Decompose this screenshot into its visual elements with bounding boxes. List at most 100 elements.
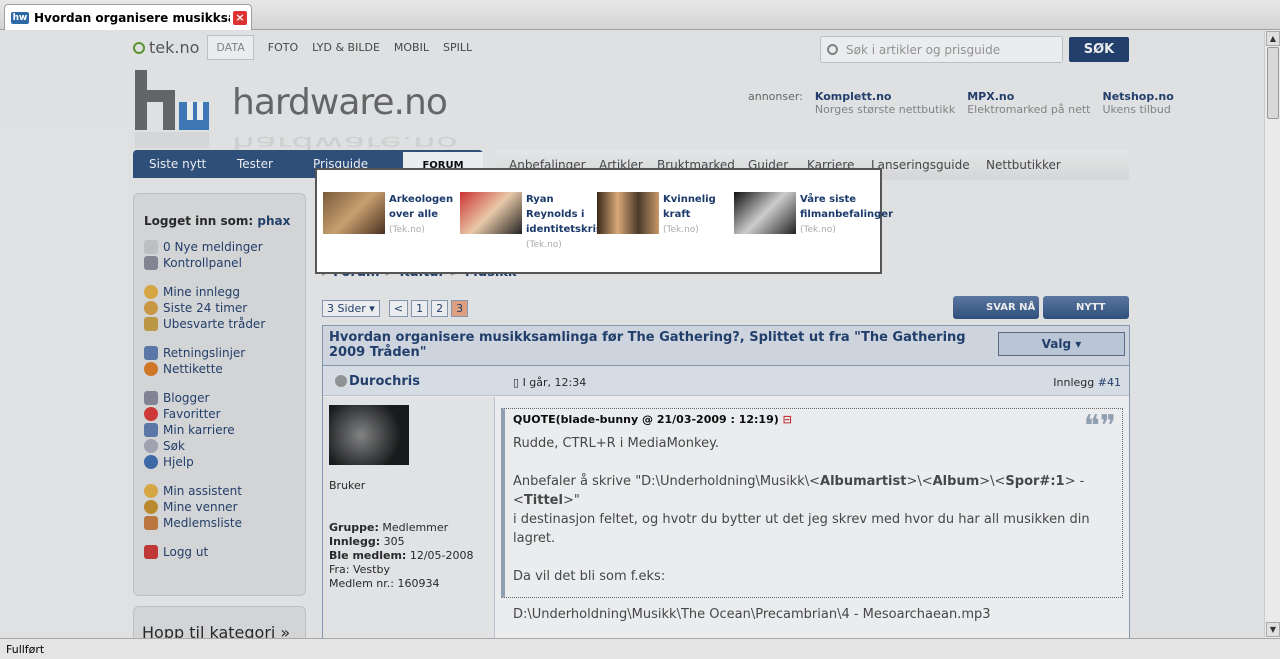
- pages-dropdown[interactable]: 3 Sider ▾: [322, 300, 380, 317]
- browser-titlebar: hw Hvordan organisere musikksamlin... ×: [0, 0, 1280, 30]
- friends-icon: [144, 500, 158, 514]
- assistant-icon: [144, 484, 158, 498]
- page-2[interactable]: 2: [431, 300, 449, 317]
- options-label: Valg: [1041, 337, 1072, 351]
- user-group: Gruppe: Medlemmer: [329, 521, 448, 534]
- nav-lanseringsguide[interactable]: Lanseringsguide: [871, 158, 970, 172]
- sidebar-item-search[interactable]: Søk: [144, 439, 185, 453]
- page-1[interactable]: 1: [411, 300, 429, 317]
- scroll-down-icon[interactable]: ▼: [1266, 622, 1280, 637]
- heart-icon: [144, 407, 158, 421]
- ad-name: Komplett.no: [814, 90, 892, 103]
- quote-link-icon[interactable]: ⊟: [783, 413, 792, 426]
- prev-page-button[interactable]: <: [388, 300, 409, 317]
- guidelines-icon: [144, 346, 158, 360]
- topnav-spill[interactable]: SPILL: [443, 41, 472, 54]
- tek-logo-text: tek.no: [149, 38, 200, 57]
- link-label: Retningslinjer: [163, 346, 246, 360]
- scroll-thumb[interactable]: [1267, 47, 1279, 119]
- nav-siste-nytt[interactable]: Siste nytt: [149, 157, 206, 171]
- ad-komplett[interactable]: Komplett.no Norges største nettbutikk: [815, 90, 955, 116]
- new-topic-button[interactable]: NYTT EMNE: [1043, 296, 1129, 336]
- search-placeholder: Søk i artikler og prisguide: [846, 42, 1001, 57]
- topnav-lyd-bilde[interactable]: LYD & BILDE: [312, 41, 380, 54]
- sidebar-item-assistant[interactable]: Min assistent: [144, 484, 242, 498]
- members-icon: [144, 516, 158, 530]
- nav-tester[interactable]: Tester: [237, 157, 273, 171]
- ad-mpx[interactable]: MPX.no Elektromarked på nett: [967, 90, 1090, 116]
- user-posts: Innlegg: 305: [329, 535, 405, 548]
- quote-line: Rudde, CTRL+R i MediaMonkey.: [513, 436, 720, 451]
- post-time-text: I går, 12:34: [522, 376, 587, 389]
- search-button[interactable]: SØK: [1069, 37, 1129, 62]
- link-label: 0 Nye meldinger: [163, 240, 263, 254]
- sidebar-item-logout[interactable]: Logg ut: [144, 545, 208, 559]
- sidebar-item-messages[interactable]: 0 Nye meldinger: [144, 240, 263, 254]
- forum-post: Hvordan organisere musikksamlinga før Th…: [322, 325, 1130, 638]
- caption: Arkeologen over alle: [389, 194, 454, 220]
- user-icon: [335, 375, 347, 387]
- reply-button[interactable]: SVAR NÅ: [953, 296, 1039, 319]
- link-label: Siste 24 timer: [163, 301, 248, 315]
- forum-dropdown: Arkeologen over alle (Tek.no) Ryan Reyno…: [315, 168, 893, 274]
- username-link[interactable]: phax: [257, 214, 290, 228]
- link-label: Min assistent: [163, 484, 242, 498]
- sidebar-item-my-posts[interactable]: Mine innlegg: [144, 285, 240, 299]
- sidebar-item-career[interactable]: Min karriere: [144, 423, 235, 437]
- browser-tab[interactable]: hw Hvordan organisere musikksamlin... ×: [4, 4, 252, 30]
- sidebar-item-last24[interactable]: Siste 24 timer: [144, 301, 247, 315]
- topnav-data[interactable]: DATA: [207, 35, 254, 60]
- pagination: 3 Sider ▾ < 1 2 3: [322, 300, 469, 317]
- page-viewport: tek.no DATA FOTO LYD & BILDE MOBIL SPILL…: [0, 30, 1264, 638]
- link-label: Min karriere: [163, 423, 235, 437]
- quote-block: ❝❞ QUOTE(blade-bunny @ 21/03-2009 : 12:1…: [501, 408, 1123, 622]
- hw-logo-icon[interactable]: [133, 68, 213, 150]
- sidebar-item-help[interactable]: Hjelp: [144, 455, 194, 469]
- post-time: ▯ I går, 12:34: [513, 376, 587, 389]
- sidebar-item-favorites[interactable]: Favoritter: [144, 407, 221, 421]
- post-count-link[interactable]: #41: [1098, 376, 1121, 389]
- joined-value: 12/05-2008: [409, 549, 474, 562]
- sidebar-item-controlpanel[interactable]: Kontrollpanel: [144, 256, 242, 270]
- link-label: Blogger: [163, 391, 210, 405]
- sidebar-item-friends[interactable]: Mine venner: [144, 500, 238, 514]
- reply-label: SVAR NÅ: [986, 302, 1036, 313]
- link-label: Favoritter: [163, 407, 221, 421]
- close-tab-icon[interactable]: ×: [233, 10, 247, 25]
- quote-marks-icon: ❝❞: [1083, 409, 1116, 444]
- source: (Tek.no): [389, 225, 425, 235]
- sidebar-item-unanswered[interactable]: Ubesvarte tråder: [144, 317, 265, 331]
- user-role: Bruker: [329, 479, 366, 492]
- scroll-up-icon[interactable]: ▲: [1266, 31, 1280, 46]
- thumbnail: [323, 192, 385, 234]
- author-name[interactable]: Durochris: [349, 374, 420, 389]
- caption: Kvinnelig kraft: [663, 194, 716, 220]
- blog-icon: [144, 391, 158, 405]
- link-label: Nettikette: [163, 362, 223, 376]
- thumbnail: [734, 192, 796, 234]
- author-info: Bruker Gruppe: Medlemmer Innlegg: 305 Bl…: [323, 397, 495, 638]
- link-label: Medlemsliste: [163, 516, 243, 530]
- topnav-foto[interactable]: FOTO: [268, 41, 298, 54]
- user-sidebar: Logget inn som: phax 0 Nye meldinger Kon…: [133, 193, 306, 596]
- tek-topnav: tek.no DATA FOTO LYD & BILDE MOBIL SPILL: [133, 35, 486, 60]
- sidebar-item-memberlist[interactable]: Medlemsliste: [144, 516, 242, 530]
- sidebar-item-guidelines[interactable]: Retningslinjer: [144, 346, 245, 360]
- link-label: Mine innlegg: [163, 285, 240, 299]
- vertical-scrollbar[interactable]: ▲ ▼: [1264, 30, 1280, 638]
- search-input[interactable]: Søk i artikler og prisguide: [820, 36, 1063, 63]
- link-label: Mine venner: [163, 500, 238, 514]
- options-button[interactable]: Valg ▾: [998, 332, 1125, 356]
- ad-netshop[interactable]: Netshop.no Ukens tilbud: [1103, 90, 1174, 116]
- sidebar-item-blogs[interactable]: Blogger: [144, 391, 209, 405]
- jump-to-category[interactable]: Hopp til kategori »: [133, 606, 306, 638]
- pages-label: 3 Sider: [327, 302, 366, 315]
- tek-logo[interactable]: tek.no: [133, 38, 199, 57]
- sidebar-item-netiquette[interactable]: Nettikette: [144, 362, 223, 376]
- group-label: Gruppe:: [329, 521, 379, 534]
- ad-desc: Norges største nettbutikk: [814, 103, 956, 116]
- user-from: Fra: Vestby: [329, 563, 390, 576]
- quote-line: i destinasjon feltet, og hvotr du bytter…: [513, 512, 1090, 546]
- topnav-mobil[interactable]: MOBIL: [394, 41, 429, 54]
- nav-nettbutikker[interactable]: Nettbutikker: [986, 158, 1061, 172]
